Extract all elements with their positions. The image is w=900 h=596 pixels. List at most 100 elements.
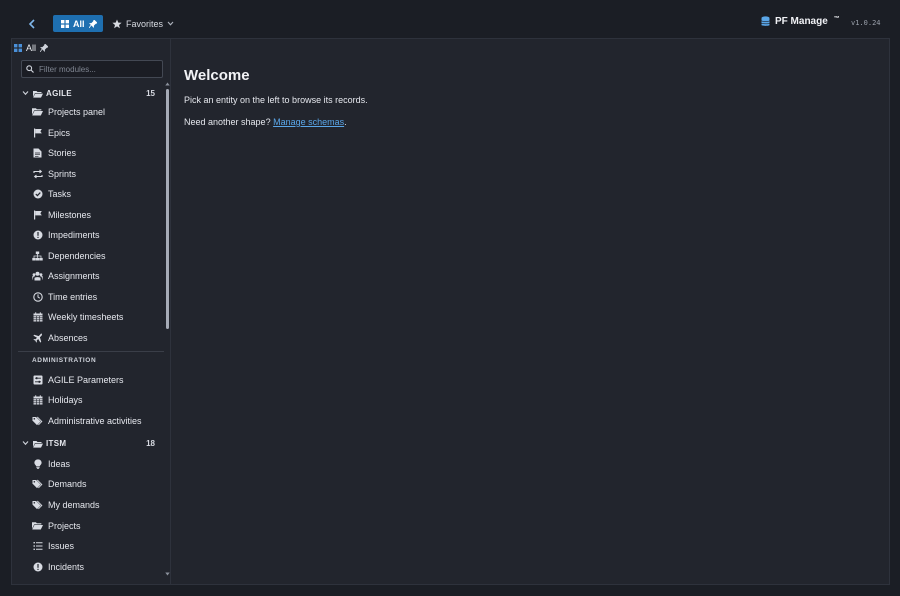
all-modules-button[interactable]: All <box>53 15 103 32</box>
sidebar-item-projects[interactable]: Projects <box>12 517 164 535</box>
document-icon <box>32 147 43 158</box>
back-button[interactable] <box>22 14 42 34</box>
schema-prompt: Need another shape? Manage schemas. <box>184 117 347 127</box>
sidebar-item-label: Milestones <box>48 210 92 220</box>
sidebar-item-impediments[interactable]: Impediments <box>12 226 164 244</box>
exclamation-circle-icon <box>32 561 43 572</box>
group-count: 15 <box>146 89 155 98</box>
sliders-icon <box>32 374 43 385</box>
sidebar-item-label: Absences <box>48 333 88 343</box>
grid-icon <box>61 19 69 28</box>
section-label-administration: ADMINISTRATION <box>32 357 97 364</box>
brand-name: PF Manage <box>775 16 828 27</box>
sidebar-item-stories[interactable]: Stories <box>12 144 164 162</box>
exclamation-circle-icon <box>32 229 43 240</box>
sidebar-item-dependencies[interactable]: Dependencies <box>12 247 164 265</box>
welcome-instructions: Pick an entity on the left to browse its… <box>184 95 368 105</box>
sidebar-item-ideas[interactable]: Ideas <box>12 455 164 473</box>
tags-icon <box>32 415 43 426</box>
sidebar-item-label: Epics <box>48 128 71 138</box>
sidebar-item-agile-parameters[interactable]: AGILE Parameters <box>12 371 164 389</box>
sidebar-item-administrative-activities[interactable]: Administrative activities <box>12 412 164 430</box>
sidebar-item-label: Tasks <box>48 189 72 199</box>
sidebar-item-milestones[interactable]: Milestones <box>12 206 164 224</box>
chevron-down-icon <box>167 21 174 26</box>
sidebar-item-label: Impediments <box>48 230 100 240</box>
filter-modules-input[interactable] <box>39 64 157 74</box>
sidebar-item-weekly-timesheets[interactable]: Weekly timesheets <box>12 308 164 326</box>
chevron-down-icon <box>22 91 29 96</box>
scrollbar-thumb[interactable] <box>166 89 169 329</box>
group-header-agile[interactable]: AGILE 15 <box>12 87 162 101</box>
sidebar-item-assignments[interactable]: Assignments <box>12 267 164 285</box>
sidebar-item-projects-panel[interactable]: Projects panel <box>12 103 164 121</box>
sidebar-item-label: Issues <box>48 541 75 551</box>
sitemap-icon <box>32 250 43 261</box>
search-icon <box>26 65 34 73</box>
brand: PF Manage ™ <box>761 16 840 27</box>
manage-schemas-link[interactable]: Manage schemas <box>273 117 344 127</box>
users-icon <box>32 270 43 281</box>
sidebar-item-epics[interactable]: Epics <box>12 124 164 142</box>
sidebar-item-label: My demands <box>48 500 100 510</box>
sidebar-item-label: Assignments <box>48 271 100 281</box>
sidebar-item-label: Sprints <box>48 169 77 179</box>
sidebar-item-incidents[interactable]: Incidents <box>12 558 164 576</box>
main-panel: Welcome Pick an entity on the left to br… <box>171 38 890 585</box>
sidebar-item-label: Administrative activities <box>48 416 142 426</box>
sidebar-item-issues[interactable]: Issues <box>12 537 164 555</box>
sidebar-item-sprints[interactable]: Sprints <box>12 165 164 183</box>
sidebar-header[interactable]: All <box>12 41 49 55</box>
sidebar-item-label: Holidays <box>48 395 83 405</box>
sidebar-item-tasks[interactable]: Tasks <box>12 185 164 203</box>
sidebar-item-holidays[interactable]: Holidays <box>12 391 164 409</box>
schema-prompt-suffix: . <box>344 117 347 127</box>
sidebar-item-label: Weekly timesheets <box>48 312 124 322</box>
grid-icon <box>14 44 22 52</box>
sidebar-item-demands[interactable]: Demands <box>12 475 164 493</box>
repeat-icon <box>32 168 43 179</box>
list-icon <box>32 540 43 551</box>
sidebar-item-label: Projects panel <box>48 107 106 117</box>
folder-open-icon <box>33 441 43 448</box>
schema-prompt-text: Need another shape? <box>184 117 274 127</box>
group-header-itsm[interactable]: ITSM 18 <box>12 437 162 451</box>
sidebar-item-label: Dependencies <box>48 251 106 261</box>
database-icon <box>761 16 770 26</box>
sidebar-item-absences[interactable]: Absences <box>12 329 164 347</box>
chevron-left-icon <box>28 19 35 29</box>
all-button-label: All <box>73 18 85 29</box>
plane-icon <box>32 332 43 343</box>
sidebar-item-label: Time entries <box>48 292 98 302</box>
chevron-down-icon <box>22 441 29 446</box>
scroll-down-arrow-icon[interactable] <box>165 571 170 577</box>
sidebar-scrollbar[interactable] <box>165 81 170 581</box>
sidebar-item-time-entries[interactable]: Time entries <box>12 288 164 306</box>
filter-modules-field[interactable] <box>21 60 163 78</box>
version-label: v1.0.24 <box>851 19 881 27</box>
sidebar-item-label: Stories <box>48 148 77 158</box>
trademark-mark: ™ <box>833 15 840 22</box>
sidebar-item-label: Projects <box>48 521 81 531</box>
sidebar-header-label: All <box>26 43 37 53</box>
flag-icon <box>32 209 43 220</box>
sidebar-item-label: Demands <box>48 479 87 489</box>
divider <box>18 351 164 352</box>
calendar-icon <box>32 394 43 405</box>
check-circle-icon <box>32 188 43 199</box>
scroll-up-arrow-icon[interactable] <box>165 81 170 87</box>
flag-icon <box>32 127 43 138</box>
sidebar-item-label: Ideas <box>48 459 71 469</box>
pin-icon <box>40 44 49 52</box>
tags-icon <box>32 499 43 510</box>
lightbulb-icon <box>32 458 43 469</box>
group-count: 18 <box>146 439 155 448</box>
folder-open-icon <box>32 520 43 531</box>
pin-icon <box>88 19 97 28</box>
clock-icon <box>32 291 43 302</box>
sidebar-item-my-demands[interactable]: My demands <box>12 496 164 514</box>
favorites-label: Favorites <box>126 18 164 29</box>
calendar-icon <box>32 311 43 322</box>
page-title: Welcome <box>184 67 250 84</box>
favorites-dropdown[interactable]: Favorites <box>112 15 174 32</box>
